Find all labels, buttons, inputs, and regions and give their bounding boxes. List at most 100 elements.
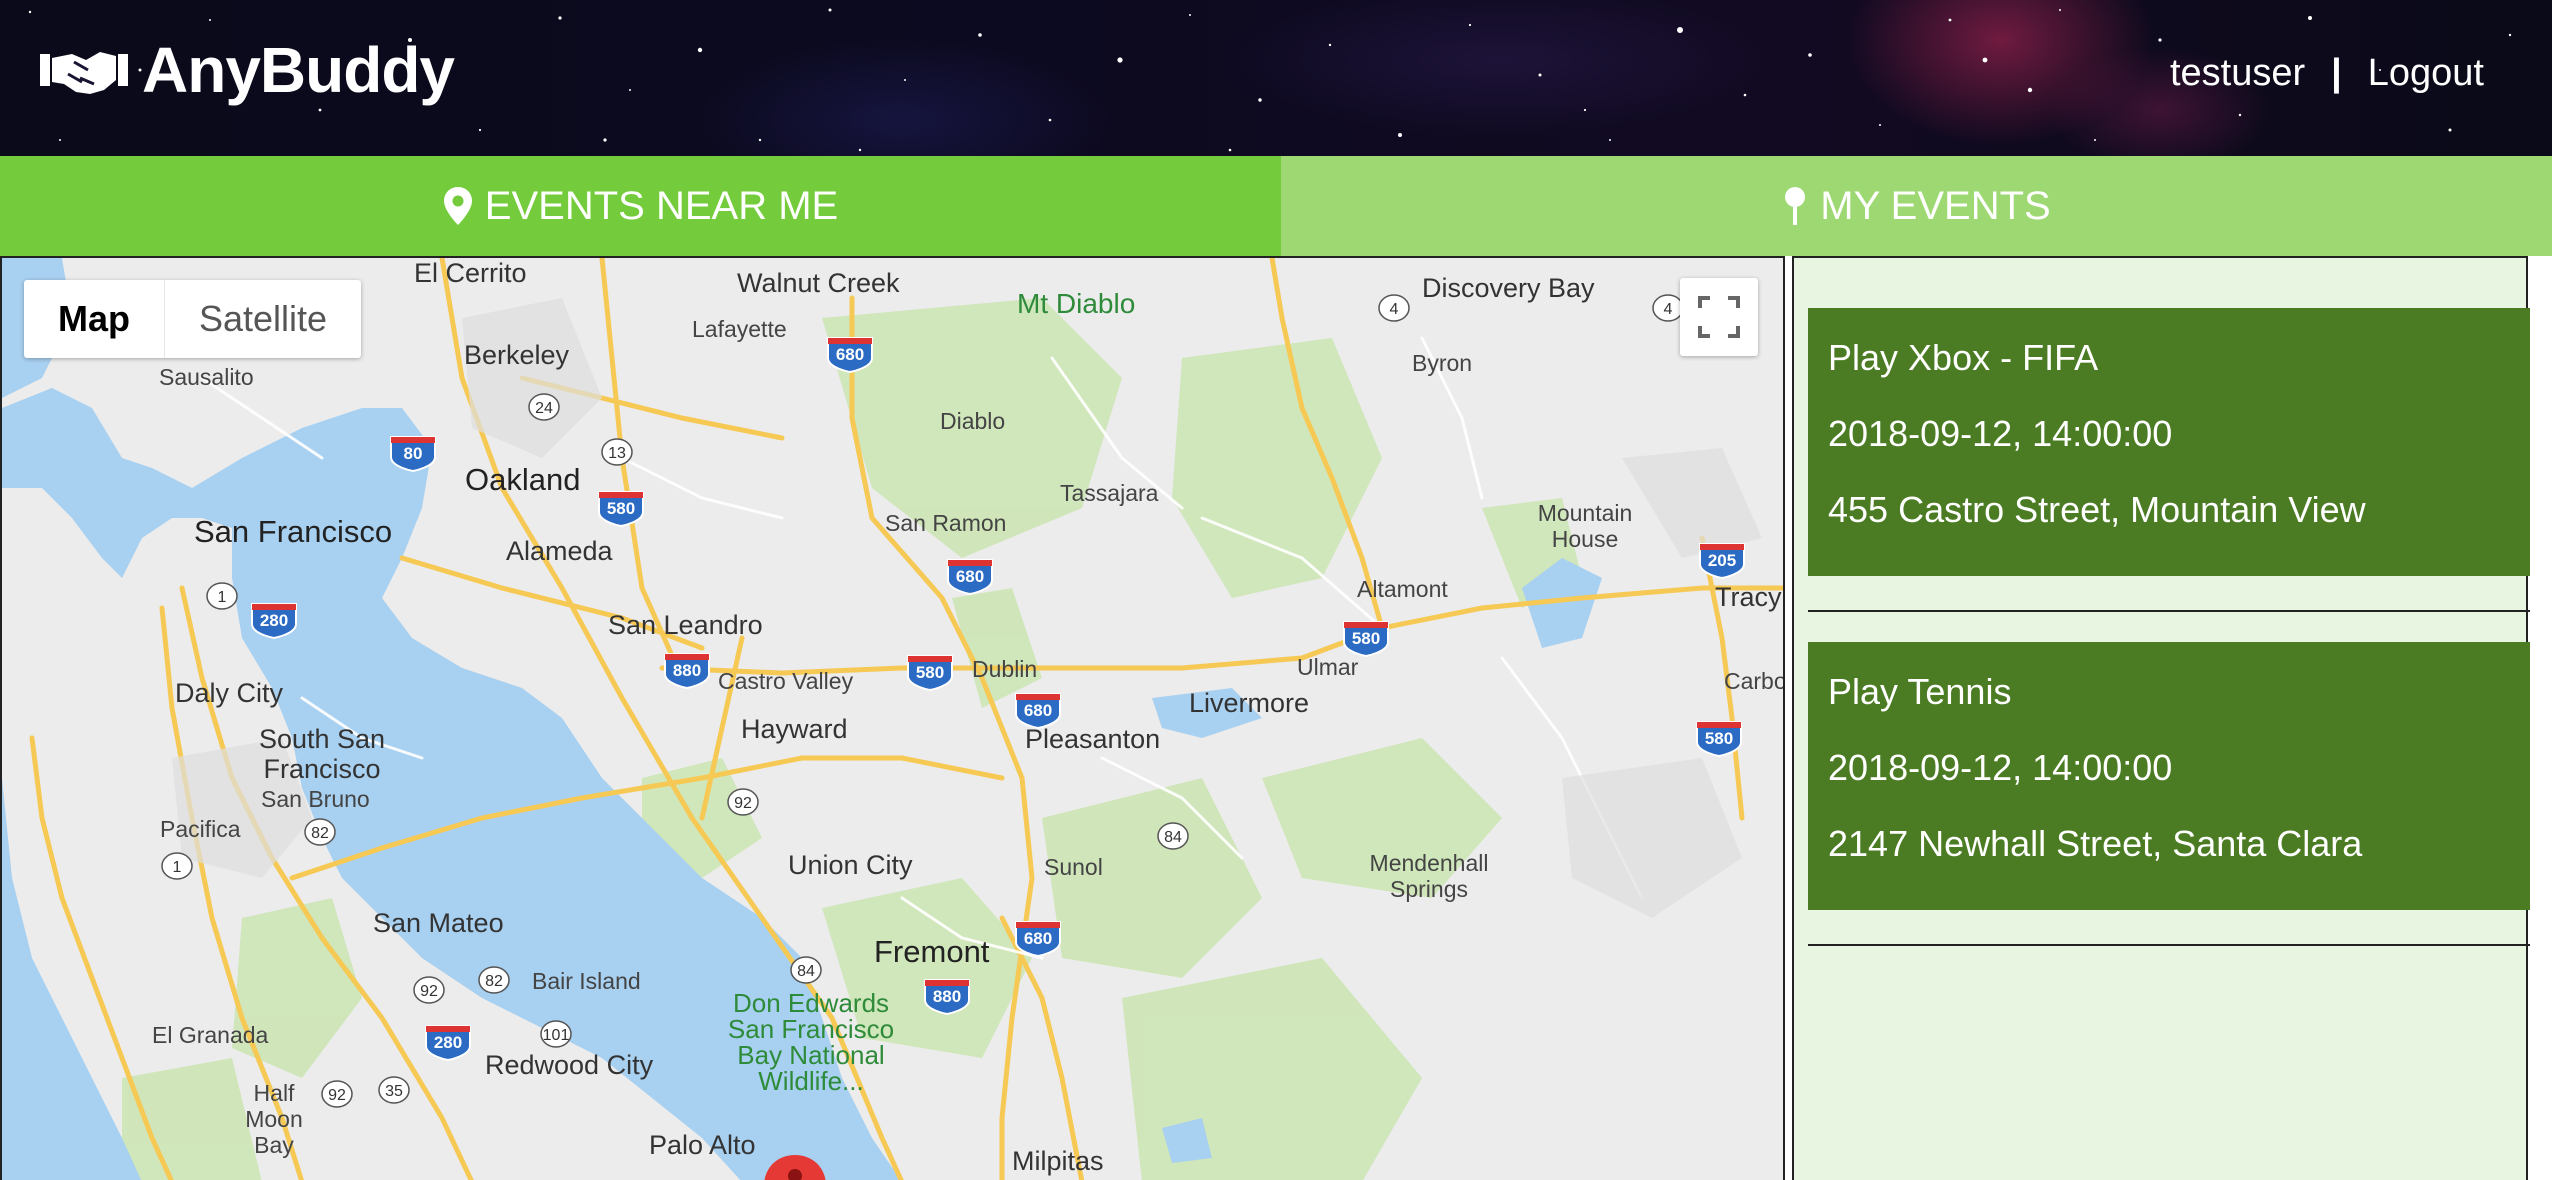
highway-shield: 280 — [251, 603, 297, 640]
highway-shield: 205 — [1699, 543, 1745, 580]
map-place-label: Livermore — [1189, 688, 1310, 718]
map-place-label: Don Edwards San Francisco Bay National W… — [727, 988, 895, 1096]
highway-shield-label: 880 — [933, 987, 961, 1006]
highway-shield-label: 680 — [1024, 929, 1052, 948]
event-address: 2147 Newhall Street, Santa Clara — [1828, 823, 2363, 864]
logout-link[interactable]: Logout — [2368, 52, 2484, 95]
highway-shield: 84 — [1157, 822, 1189, 850]
handshake-icon — [40, 52, 128, 94]
highway-shield: 101 — [540, 1020, 572, 1048]
map-place-label: Ulmar — [1297, 654, 1359, 680]
highway-shield-label: 82 — [311, 825, 329, 842]
map-place-label: Half Moon Bay — [245, 1080, 303, 1158]
map-marker-icon — [443, 187, 472, 225]
highway-shield: 1 — [161, 852, 193, 880]
main-tabs: EVENTS NEAR ME MY EVENTS — [0, 156, 2552, 256]
map-place-label: Byron — [1412, 350, 1473, 376]
highway-shield-label: 13 — [608, 445, 626, 462]
highway-shield-label: 84 — [1164, 829, 1182, 846]
map-place-label: Diablo — [940, 408, 1006, 434]
highway-shield-label: 82 — [485, 973, 503, 990]
event-datetime: 2018-09-12, 14:00:00 — [1828, 747, 2173, 788]
map-place-label: San Bruno — [261, 786, 370, 812]
tab-label: EVENTS NEAR ME — [484, 183, 839, 228]
highway-shield: 580 — [1343, 621, 1389, 658]
highway-shield-label: 101 — [543, 1027, 570, 1044]
map-place-label: Carbo — [1724, 668, 1785, 694]
map-type-satellite-button[interactable]: Satellite — [165, 280, 361, 358]
highway-shield-label: 580 — [916, 663, 944, 682]
map-place-label: Alameda — [506, 536, 613, 566]
map-fullscreen-button[interactable] — [1680, 278, 1758, 356]
highway-shield-label: 84 — [797, 963, 815, 980]
highway-shield-label: 1 — [173, 859, 182, 876]
tab-label: MY EVENTS — [1820, 183, 2051, 228]
highway-shield: 82 — [478, 966, 510, 994]
brand-name: AnyBuddy — [142, 34, 455, 106]
highway-shield: 84 — [790, 956, 822, 984]
highway-shield: 580 — [1696, 721, 1742, 758]
app-header: AnyBuddy testuser | Logout — [0, 0, 2552, 156]
brand[interactable]: AnyBuddy — [38, 30, 455, 110]
map-place-label: South San Francisco — [258, 724, 386, 784]
map-place-label: Redwood City — [485, 1050, 654, 1080]
map-place-label: Mendenhall Springs — [1369, 850, 1489, 902]
map-place-label: El Cerrito — [414, 258, 527, 288]
highway-shield: 35 — [378, 1076, 410, 1104]
map-place-label: Dublin — [972, 656, 1038, 682]
event-divider — [1808, 610, 2530, 612]
event-address: 455 Castro Street, Mountain View — [1828, 489, 2366, 530]
highway-shield-label: 680 — [1024, 701, 1052, 720]
map-type-map-button[interactable]: Map — [24, 280, 165, 358]
user-area: testuser | Logout — [2170, 52, 2484, 95]
highway-shield-label: 580 — [1352, 629, 1380, 648]
map-place-label: San Francisco — [194, 514, 393, 549]
map-place-label: Discovery Bay — [1422, 273, 1595, 303]
highway-shield: 880 — [664, 653, 710, 690]
highway-shield-label: 4 — [1390, 301, 1399, 318]
event-card[interactable]: Play Xbox - FIFA 2018-09-12, 14:00:00 45… — [1808, 308, 2530, 576]
events-list-panel: Play Xbox - FIFA 2018-09-12, 14:00:00 45… — [1792, 256, 2530, 1180]
map-place-label: Fremont — [874, 934, 990, 969]
tab-events-near-me[interactable]: EVENTS NEAR ME — [0, 156, 1281, 256]
highway-shield: 680 — [1015, 693, 1061, 730]
fullscreen-icon — [1698, 296, 1740, 338]
map-pin-icon — [1785, 187, 1806, 225]
event-title: Play Tennis — [1828, 671, 2012, 712]
map-place-label: Castro Valley — [718, 668, 854, 694]
map-place-label: El Granada — [152, 1022, 269, 1048]
highway-shield-label: 680 — [956, 567, 984, 586]
highway-shield: 580 — [907, 655, 953, 692]
map-place-label: Berkeley — [464, 340, 570, 370]
map-place-label: San Ramon — [885, 510, 1007, 536]
username: testuser — [2169, 52, 2306, 94]
map-place-label: Pacifica — [160, 816, 241, 842]
highway-shield-label: 92 — [328, 1087, 346, 1104]
highway-shield-label: 580 — [607, 499, 635, 518]
tab-my-events[interactable]: MY EVENTS — [1281, 156, 2552, 256]
highway-shield: 880 — [924, 979, 970, 1016]
map-place-label: San Leandro — [608, 610, 763, 640]
map-place-label: Mountain House — [1537, 500, 1633, 552]
highway-shield-label: 280 — [434, 1033, 462, 1052]
highway-shield-label: 80 — [404, 444, 423, 463]
highway-shield: 92 — [321, 1080, 353, 1108]
highway-shield-label: 92 — [734, 795, 752, 812]
event-datetime: 2018-09-12, 14:00:00 — [1828, 413, 2173, 454]
map-place-label: Daly City — [175, 678, 284, 708]
highway-shield-label: 35 — [385, 1083, 403, 1100]
map-place-label: Tracy — [1715, 582, 1782, 612]
highway-shield: 80 — [390, 436, 436, 473]
highway-shield-label: 580 — [1705, 729, 1733, 748]
map-place-label: Union City — [788, 850, 913, 880]
map-place-label: Palo Alto — [649, 1130, 756, 1160]
highway-shield-label: 1 — [218, 589, 227, 606]
events-map[interactable]: 680 4 4 24 80 13 580 680 205 1 280 580 880 580 680 580 9… — [0, 256, 1785, 1180]
event-card[interactable]: Play Tennis 2018-09-12, 14:00:00 2147 Ne… — [1808, 642, 2530, 910]
highway-shield-label: 4 — [1664, 301, 1673, 318]
highway-shield: 82 — [304, 818, 336, 846]
highway-shield-label: 680 — [836, 345, 864, 364]
highway-shield: 92 — [727, 788, 759, 816]
map-place-label: Tassajara — [1060, 480, 1159, 506]
highway-shield: 92 — [413, 976, 445, 1004]
